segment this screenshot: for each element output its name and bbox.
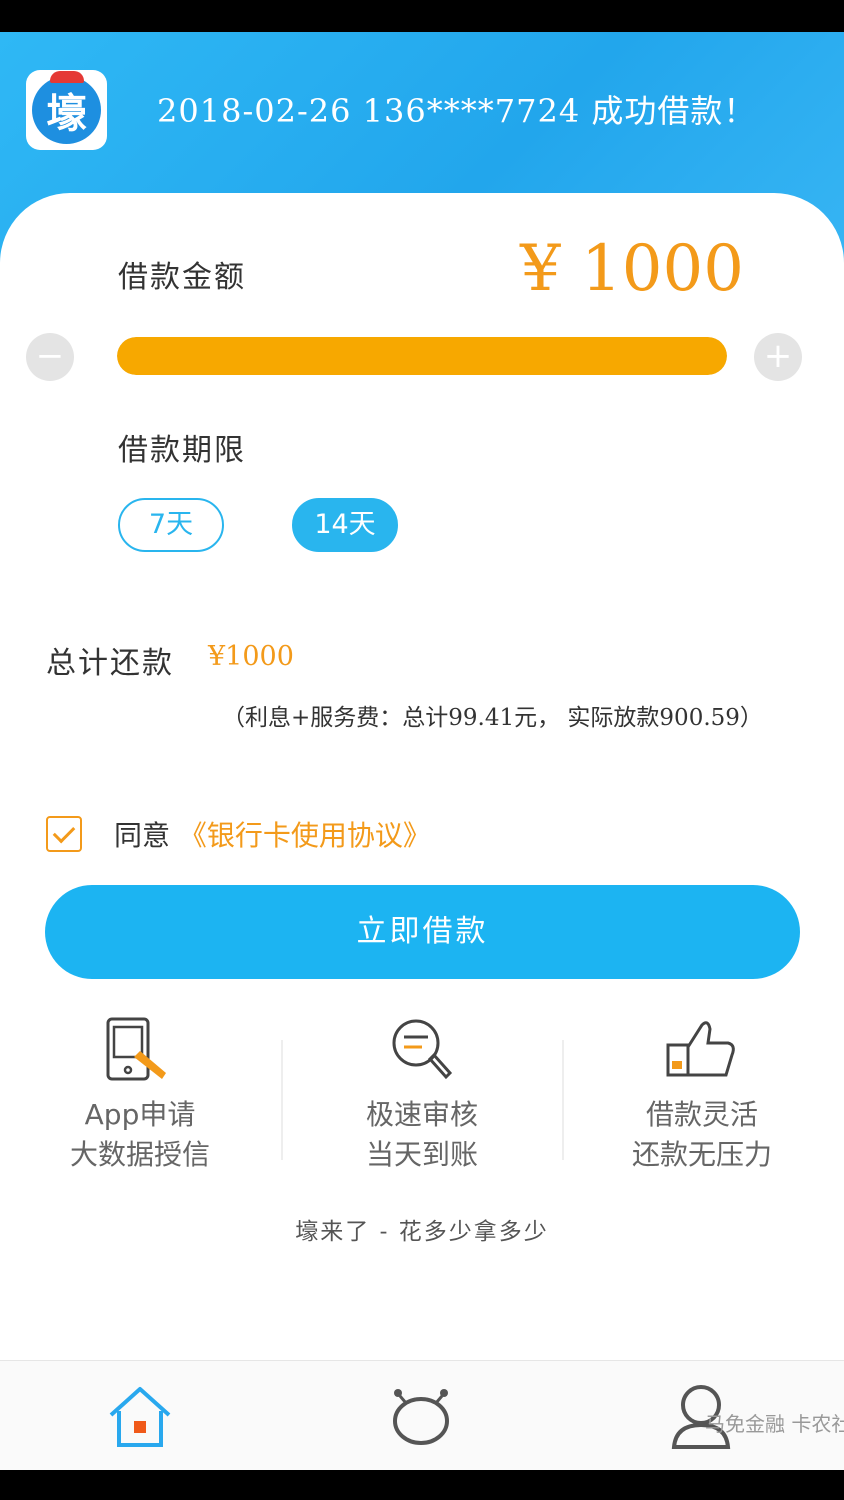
feature-fast-review: 极速审核 当天到账: [302, 1015, 542, 1185]
thumbs-up-icon: [666, 1021, 735, 1077]
feature-line: 借款灵活: [645, 1098, 758, 1131]
agreement-link[interactable]: 《银行卡使用协议》: [179, 819, 431, 852]
decrease-amount-button[interactable]: −: [26, 333, 74, 381]
slogan: 壕来了 - 花多少拿多少: [295, 1219, 549, 1245]
agreement-checkbox[interactable]: [46, 816, 82, 852]
feature-line: 极速审核: [365, 1098, 478, 1131]
feature-line: 还款无压力: [631, 1138, 772, 1171]
agreement-text: 同意 《银行卡使用协议》: [114, 814, 431, 854]
watermark: 马免金融 卡农社区: [705, 1412, 844, 1436]
total-repayment-label: 总计还款: [46, 646, 174, 681]
status-bar: [0, 0, 844, 32]
app-logo: 壕: [26, 70, 107, 150]
feature-app-apply: App申请 大数据授信: [20, 1015, 260, 1185]
term-label: 借款期限: [118, 433, 246, 468]
amount-label: 借款金额: [118, 260, 246, 295]
logo-hat-icon: [50, 71, 84, 83]
increase-amount-button[interactable]: +: [754, 333, 802, 381]
system-nav-bar: [0, 1470, 844, 1500]
amount-slider[interactable]: [117, 337, 727, 375]
total-repayment-value: ¥1000: [208, 641, 294, 672]
fee-note: （利息+服务费：总计99.41元， 实际放款900.59）: [222, 705, 763, 731]
amount-value: ¥ 1000: [520, 232, 744, 306]
home-icon[interactable]: [105, 1383, 175, 1453]
discover-icon[interactable]: [386, 1383, 456, 1453]
feature-line: 大数据授信: [69, 1138, 210, 1171]
term-option-14-days[interactable]: 14天: [292, 498, 398, 552]
agreement-prefix: 同意: [114, 819, 171, 852]
amount-slider-fill[interactable]: [117, 337, 727, 375]
feature-divider: [281, 1040, 283, 1160]
term-option-7-days[interactable]: 7天: [118, 498, 224, 552]
feature-flexible: 借款灵活 还款无压力: [582, 1015, 822, 1185]
feature-divider: [562, 1040, 564, 1160]
feature-line: App申请: [84, 1098, 196, 1131]
magnifier-icon: [392, 1019, 453, 1080]
feature-line: 当天到账: [365, 1138, 478, 1171]
logo-glyph: 壕: [32, 76, 101, 144]
tablet-tap-icon: [106, 1017, 166, 1081]
borrow-now-button[interactable]: 立即借款: [45, 885, 800, 979]
loan-ticker: 2018-02-26 136****7724 成功借款！: [157, 92, 757, 130]
